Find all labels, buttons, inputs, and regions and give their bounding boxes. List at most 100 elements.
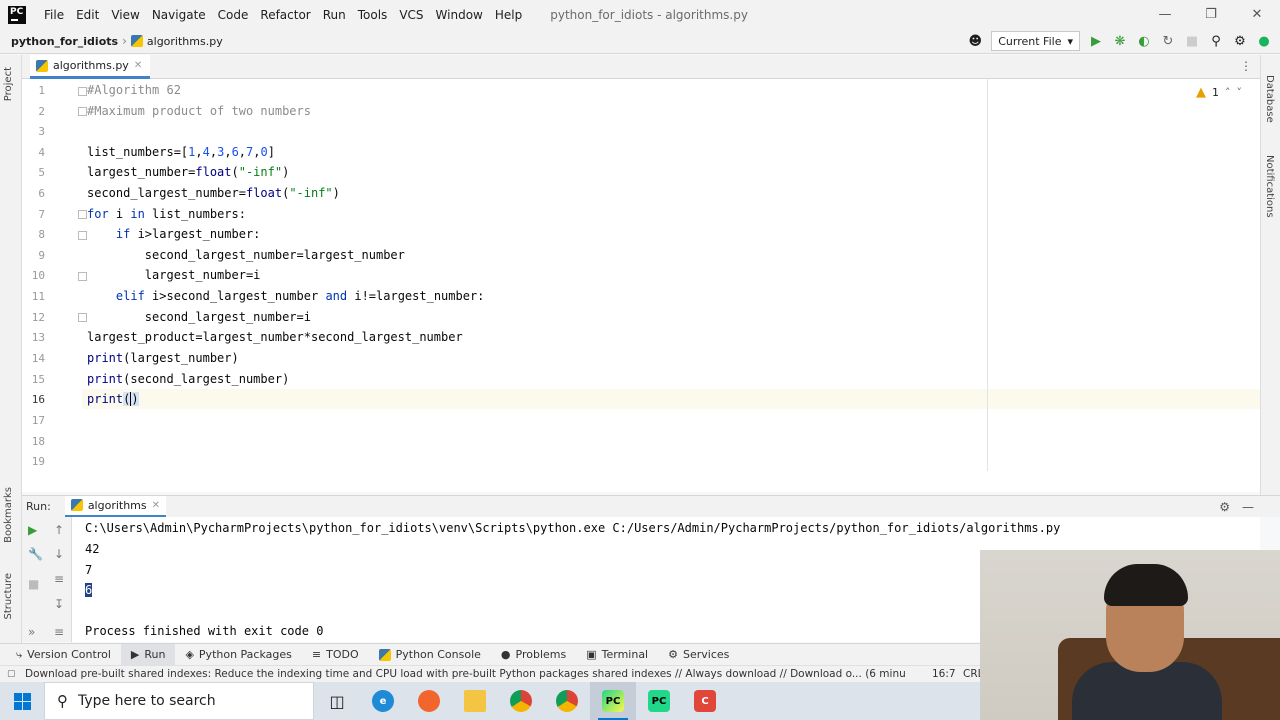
tab-python-packages[interactable]: ◈ Python Packages [175, 644, 301, 666]
menu-run[interactable]: Run [317, 8, 352, 22]
fold-marker-icon[interactable] [78, 313, 87, 322]
code-line-8: if i>largest_number: [115, 227, 261, 241]
tab-run[interactable]: ▶ Run [120, 643, 176, 666]
code-line-2: #Maximum product of two numbers [87, 104, 311, 118]
menu-window[interactable]: Window [430, 8, 489, 22]
jetbrains-toolbox-icon[interactable]: ● [1256, 33, 1272, 49]
fold-marker-icon[interactable] [78, 231, 87, 240]
line-number-gutter: 1 2 3 4 5 6 7 8 9 10 11 12 13 14 15 16 1… [22, 79, 87, 492]
menu-navigate[interactable]: Navigate [146, 8, 212, 22]
windows-logo-icon [13, 692, 31, 710]
pycharm-taskbar-icon[interactable]: PC [590, 682, 636, 720]
menu-vcs[interactable]: VCS [393, 8, 429, 22]
run-tab-algorithms[interactable]: algorithms ✕ [64, 495, 167, 518]
pin-icon[interactable]: ≡ [54, 625, 64, 639]
code-line-4: list_numbers=[1,4,3,6,7,0] [87, 145, 275, 159]
webcam-overlay [980, 550, 1280, 720]
start-button[interactable] [0, 682, 44, 720]
status-message[interactable]: Download pre-built shared indexes: Reduc… [25, 668, 905, 680]
gear-icon[interactable]: ⚙ [1219, 500, 1230, 514]
gear-icon[interactable]: ⚙ [1232, 33, 1248, 49]
tab-todo[interactable]: ≡ TODO [302, 644, 369, 666]
firefox-icon[interactable] [406, 682, 452, 720]
console-line: C:\Users\Admin\PycharmProjects\python_fo… [85, 521, 1061, 535]
menu-edit[interactable]: Edit [70, 8, 105, 22]
soft-wrap-icon[interactable]: ≡ [54, 572, 64, 586]
wrench-icon[interactable]: 🔧 [28, 547, 43, 561]
restore-icon[interactable]: ❐ [1188, 0, 1234, 29]
fold-marker-icon[interactable] [78, 87, 87, 96]
tool-label: Problems [515, 648, 567, 661]
chevron-down-icon[interactable]: ˅ [1237, 86, 1243, 99]
debug-icon[interactable]: ❋ [1112, 33, 1128, 49]
python-file-icon [36, 59, 48, 72]
fold-marker-icon[interactable] [78, 272, 87, 281]
navigation-bar: python_for_idiots › algorithms.py ☻ Curr… [0, 29, 1280, 54]
inspection-widget[interactable]: ▲ 1 ˄ ˅ [1196, 85, 1242, 100]
structure-tool-label[interactable]: Structure [3, 573, 14, 620]
breadcrumb-file[interactable]: algorithms.py [147, 35, 223, 48]
scroll-to-end-icon[interactable]: ↧ [54, 597, 64, 611]
stop-icon[interactable]: ■ [1184, 33, 1200, 49]
status-toggle-icon[interactable]: ▢ [7, 669, 16, 679]
tool-label: Run [144, 648, 166, 661]
caret-position[interactable]: 16:7 [932, 668, 956, 680]
search-icon[interactable]: ⚲ [1208, 33, 1224, 49]
more-icon[interactable]: ⋮ [1240, 59, 1252, 73]
menu-tools[interactable]: Tools [352, 8, 394, 22]
code-line-10: largest_number=i [87, 268, 261, 282]
rerun-icon[interactable]: ▶ [28, 523, 37, 537]
tab-services[interactable]: ⚙ Services [658, 644, 739, 666]
tab-python-console[interactable]: Python Console [369, 644, 491, 666]
clion-taskbar-icon[interactable]: C [682, 682, 728, 720]
scroll-up-icon[interactable]: ↑ [54, 523, 64, 537]
tab-terminal[interactable]: ▣ Terminal [576, 644, 658, 666]
menu-help[interactable]: Help [489, 8, 528, 22]
edge-icon[interactable]: e [360, 682, 406, 720]
taskbar-search-box[interactable]: ⚲ Type here to search [44, 682, 314, 720]
hide-panel-icon[interactable]: — [1242, 500, 1254, 514]
file-explorer-icon[interactable] [452, 682, 498, 720]
close-icon[interactable]: ✕ [152, 500, 160, 511]
project-tool-label[interactable]: Project [3, 67, 14, 101]
run-icon[interactable]: ▶ [1088, 33, 1104, 49]
menu-file[interactable]: File [38, 8, 70, 22]
profile-icon[interactable]: ↻ [1160, 33, 1176, 49]
coverage-icon[interactable]: ◐ [1136, 33, 1152, 49]
bookmarks-tool-label[interactable]: Bookmarks [3, 487, 14, 543]
close-icon[interactable]: ✕ [134, 60, 142, 71]
more-icon[interactable]: » [28, 625, 35, 639]
current-line-highlight [22, 389, 1260, 409]
line-number: 17 [31, 414, 45, 427]
tab-version-control[interactable]: ⤷ Version Control [6, 644, 121, 666]
close-icon[interactable]: ✕ [1234, 0, 1280, 29]
breadcrumb-separator: › [122, 34, 127, 48]
code-editor[interactable]: 1 2 3 4 5 6 7 8 9 10 11 12 13 14 15 16 1… [22, 79, 1260, 492]
task-view-icon[interactable]: ◫ [314, 682, 360, 720]
run-configuration-select[interactable]: Current File ▾ [991, 31, 1080, 51]
pycharm-logo-icon[interactable]: PC [8, 5, 26, 24]
notifications-tool-label[interactable]: Notifications [1264, 155, 1275, 218]
tab-label: algorithms.py [53, 59, 129, 72]
user-icon[interactable]: ☻ [967, 33, 983, 49]
python-file-icon [70, 499, 83, 511]
tab-algorithms-py[interactable]: algorithms.py ✕ [30, 55, 151, 79]
menu-view[interactable]: View [105, 8, 145, 22]
menu-refactor[interactable]: Refactor [254, 8, 316, 22]
chrome-profile-icon[interactable] [544, 682, 590, 720]
fold-marker-icon[interactable] [78, 107, 87, 116]
chevron-up-icon[interactable]: ˄ [1225, 86, 1231, 99]
scroll-down-icon[interactable]: ↓ [54, 547, 64, 561]
chrome-icon[interactable] [498, 682, 544, 720]
stop-icon[interactable]: ■ [28, 577, 39, 591]
code-line-7: for i in list_numbers: [87, 207, 246, 221]
minimize-icon[interactable]: — [1142, 0, 1188, 29]
line-number: 14 [31, 352, 45, 365]
menu-code[interactable]: Code [212, 8, 255, 22]
tab-problems[interactable]: ● Problems [491, 644, 576, 666]
fold-marker-icon[interactable] [78, 210, 87, 219]
breadcrumb-project[interactable]: python_for_idiots [11, 35, 118, 48]
line-number: 10 [31, 269, 45, 282]
pycharm-ce-taskbar-icon[interactable]: PC [636, 682, 682, 720]
database-tool-label[interactable]: Database [1264, 75, 1275, 123]
